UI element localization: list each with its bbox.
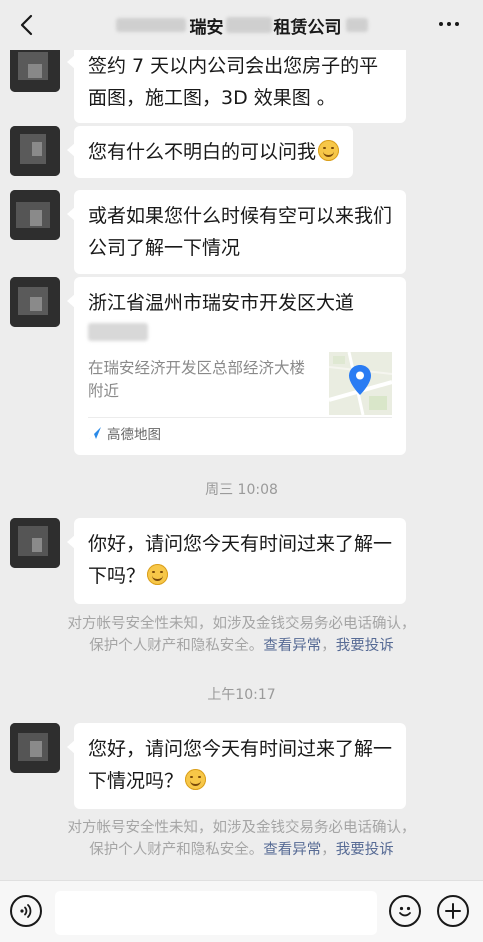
complain-link[interactable]: 我要投诉 (336, 842, 394, 858)
message-text: 您好，请问您今天有时间过来了解一下情况吗？ (88, 738, 393, 792)
chat-area[interactable]: 签约 7 天以内公司会出您房子的平面图，施工图，3D 效果图 。 您有什么不明白… (0, 50, 483, 880)
title-suffix: 租赁公司 (273, 17, 342, 38)
plus-icon (445, 903, 461, 919)
message-text: 签约 7 天以内公司会出您房子的平面图，施工图，3D 效果图 。 (88, 55, 379, 109)
message-bubble[interactable]: 签约 7 天以内公司会出您房子的平面图，施工图，3D 效果图 。 (67, 50, 406, 123)
amap-logo-icon (89, 427, 101, 439)
timestamp: 周三 10:08 (205, 482, 278, 498)
location-card[interactable]: 浙江省温州市瑞安市开发区大道 在瑞安经济开发区总部经济大楼附近 高德地图 (67, 277, 406, 455)
notice-line2: 保护个人财产和隐私安全。 (89, 638, 264, 654)
location-title-text: 浙江省温州市瑞安市开发区大道 (88, 292, 355, 314)
map-pin-icon (349, 365, 371, 395)
timestamp: 上午10:17 (207, 687, 276, 703)
title-redacted-1 (115, 18, 186, 32)
back-button[interactable] (14, 13, 38, 37)
message-text: 或者如果您什么时候有空可以来我们公司了解一下情况 (88, 205, 393, 259)
location-title: 浙江省温州市瑞安市开发区大道 (88, 289, 392, 345)
plus-button[interactable] (437, 895, 469, 927)
more-button[interactable] (433, 12, 465, 36)
top-bar: 瑞安 租赁公司 (0, 0, 483, 50)
location-subtitle: 在瑞安经济开发区总部经济大楼附近 (88, 359, 306, 400)
smile-emoji-icon (147, 564, 169, 585)
voice-button[interactable] (10, 895, 42, 927)
location-redacted (88, 322, 148, 341)
avatar[interactable] (10, 50, 60, 92)
chevron-left-icon (20, 14, 33, 36)
avatar[interactable] (10, 277, 60, 327)
location-map-thumbnail (329, 352, 392, 415)
avatar[interactable] (10, 126, 60, 176)
smile-emoji-icon (185, 769, 207, 790)
chat-title: 瑞安 租赁公司 (115, 13, 368, 38)
avatar[interactable] (10, 723, 60, 773)
location-source: 高德地图 (88, 417, 392, 448)
avatar[interactable] (10, 190, 60, 240)
message-text: 你好，请问您今天有时间过来了解一下吗？ (88, 533, 393, 587)
complain-link[interactable]: 我要投诉 (336, 638, 394, 654)
notice-line1: 对方帐号安全性未知，如涉及金钱交易务必电话确认， (67, 820, 416, 836)
message-input[interactable] (55, 891, 377, 935)
message-bubble[interactable]: 您有什么不明白的可以问我 (66, 126, 354, 178)
more-icon (439, 22, 443, 26)
security-notice: 对方帐号安全性未知，如涉及金钱交易务必电话确认， 保护个人财产和隐私安全。查看异… (0, 817, 483, 861)
title-redacted-3 (345, 18, 368, 32)
notice-line1: 对方帐号安全性未知，如涉及金钱交易务必电话确认， (67, 616, 416, 632)
view-abnormal-link[interactable]: 查看异常 (263, 638, 321, 654)
emoji-button[interactable] (389, 895, 421, 927)
security-notice: 对方帐号安全性未知，如涉及金钱交易务必电话确认， 保护个人财产和隐私安全。查看异… (0, 613, 483, 657)
notice-line2: 保护个人财产和隐私安全。 (89, 842, 264, 858)
message-bubble[interactable]: 你好，请问您今天有时间过来了解一下吗？ (67, 518, 406, 604)
location-source-text: 高德地图 (107, 427, 161, 443)
emoji-icon (399, 906, 411, 917)
title-redacted-2 (225, 17, 272, 33)
message-bubble[interactable]: 您好，请问您今天有时间过来了解一下情况吗？ (67, 723, 406, 809)
message-bubble[interactable]: 或者如果您什么时候有空可以来我们公司了解一下情况 (67, 190, 406, 274)
message-text: 您有什么不明白的可以问我 (88, 141, 317, 163)
avatar[interactable] (10, 518, 60, 568)
input-bar (0, 880, 483, 942)
smile-emoji-icon (318, 140, 340, 161)
voice-icon (20, 904, 32, 918)
view-abnormal-link[interactable]: 查看异常 (263, 842, 321, 858)
title-prefix: 瑞安 (189, 17, 224, 38)
